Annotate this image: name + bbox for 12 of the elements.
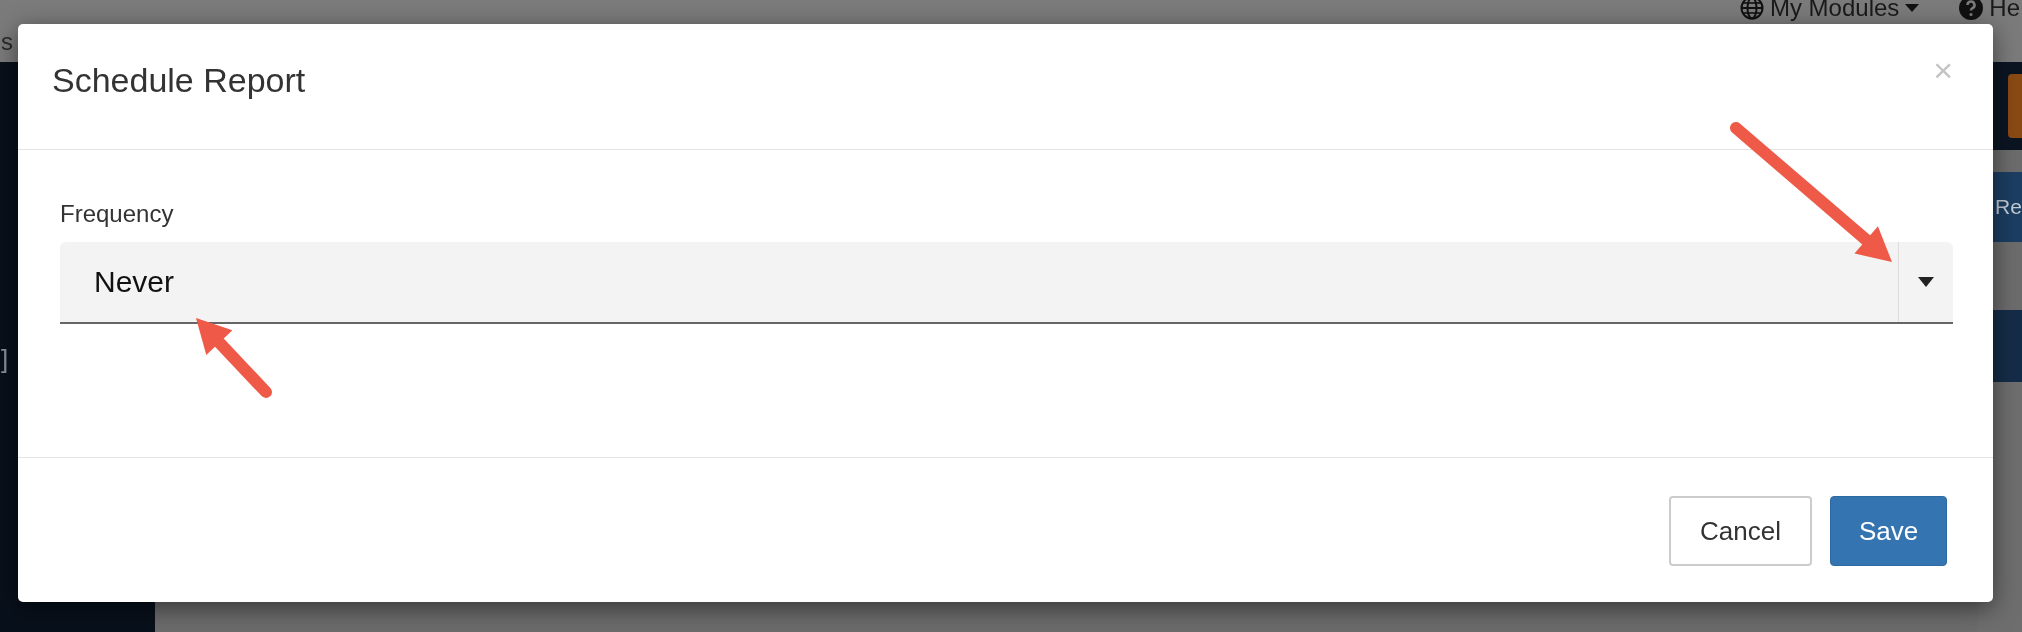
sidebar-text: ] [1,344,9,375]
caret-icon [1918,277,1934,287]
frequency-dropdown[interactable]: Never [60,242,1953,324]
dialog-title: Schedule Report [52,61,306,100]
help-link[interactable]: He [1989,0,2020,22]
save-button[interactable]: Save [1830,496,1947,566]
field-label: Frequency [60,200,174,228]
page-text: s [1,28,13,56]
caret-icon [1905,4,1920,12]
toolbar-button[interactable] [2008,74,2022,138]
globe-icon [1739,0,1764,20]
cancel-button[interactable]: Cancel [1669,496,1812,566]
